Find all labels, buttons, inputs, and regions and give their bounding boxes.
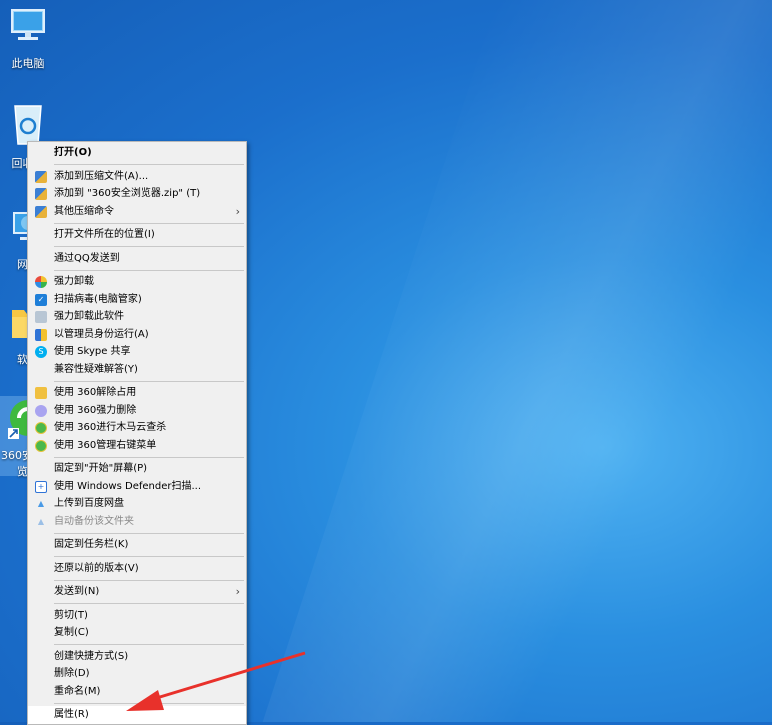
menu-separator (54, 456, 244, 458)
menu-item-cut[interactable]: 剪切(T) (28, 607, 246, 625)
menu-item-label: 还原以前的版本(V) (54, 562, 139, 574)
menu-item-label: 使用 Windows Defender扫描... (54, 480, 202, 492)
menu-separator (54, 222, 244, 224)
menu-item-open-location[interactable]: 打开文件所在的位置(I) (28, 226, 246, 244)
menu-item-label: 固定到"开始"屏幕(P) (54, 463, 148, 474)
360-security-icon (35, 439, 47, 452)
winrar-icon (35, 205, 47, 218)
menu-item-copy[interactable]: 复制(C) (28, 624, 246, 642)
menu-item-360-trojan[interactable]: 使用 360进行木马云查杀 (28, 419, 246, 437)
submenu-arrow-icon: › (235, 204, 240, 218)
menu-item-label: 创建快捷方式(S) (54, 650, 129, 662)
menu-item-label: 其他压缩命令 (54, 205, 114, 217)
menu-item-label: 上传到百度网盘 (54, 498, 124, 509)
menu-item-send-qq[interactable]: 通过QQ发送到 (28, 250, 246, 268)
menu-item-pin-taskbar[interactable]: 固定到任务栏(K) (28, 536, 246, 554)
menu-item-label: 添加到压缩文件(A)... (54, 170, 149, 182)
menu-item-label: 固定到任务栏(K) (54, 539, 129, 550)
menu-separator (54, 380, 244, 382)
cloud-icon: ▲ (37, 516, 45, 526)
menu-item-scan-virus[interactable]: ✓ 扫描病毒(电脑管家) (28, 291, 246, 309)
menu-item-restore-previous[interactable]: 还原以前的版本(V) (28, 560, 246, 578)
context-menu: 打开(O) 添加到压缩文件(A)... 添加到 "360安全浏览器.zip" (… (27, 141, 247, 725)
menu-item-label: 打开文件所在的位置(I) (54, 229, 155, 240)
shield-icon: ✓ (35, 293, 47, 306)
wallpaper-light-beam (262, 0, 772, 722)
menu-item-label: 剪切(T) (54, 609, 88, 621)
360-shredder-icon (35, 404, 47, 417)
menu-separator (54, 556, 244, 557)
menu-item-label: 删除(D) (54, 668, 90, 679)
menu-item-auto-backup: ▲ 自动备份该文件夹 (28, 513, 246, 531)
menu-item-uninstall-software[interactable]: 强力卸载此软件 (28, 308, 246, 326)
trash-icon (35, 311, 47, 323)
menu-item-pin-start[interactable]: 固定到"开始"屏幕(P) (28, 460, 246, 478)
desktop-icon-this-pc[interactable]: 此电脑 (0, 4, 56, 71)
360-unlock-icon (35, 387, 47, 399)
menu-item-other-compress[interactable]: 其他压缩命令 › (28, 203, 246, 221)
menu-item-label: 使用 360强力删除 (54, 404, 137, 416)
menu-separator (54, 644, 244, 645)
menu-item-label: 使用 360解除占用 (54, 387, 137, 398)
menu-item-label: 使用 360进行木马云查杀 (54, 422, 167, 433)
menu-item-label: 通过QQ发送到 (54, 252, 120, 264)
menu-item-label: 添加到 "360安全浏览器.zip" (T) (54, 188, 201, 199)
menu-separator (54, 603, 244, 604)
cloud-icon: ▲ (37, 499, 45, 509)
computer-icon (11, 9, 45, 40)
menu-item-label: 以管理员身份运行(A) (54, 328, 149, 340)
menu-item-label: 扫描病毒(电脑管家) (54, 293, 142, 305)
menu-separator (54, 246, 244, 247)
menu-item-label: 强力卸载此软件 (54, 311, 124, 322)
menu-item-add-zip[interactable]: 添加到 "360安全浏览器.zip" (T) (28, 185, 246, 203)
menu-item-force-uninstall[interactable]: 强力卸载 (28, 273, 246, 291)
menu-item-label: 使用 Skype 共享 (54, 346, 131, 357)
menu-item-label: 打开(O) (54, 147, 92, 158)
menu-separator (54, 579, 244, 581)
menu-item-label: 复制(C) (54, 627, 89, 638)
skype-icon: S (35, 346, 47, 358)
menu-item-skype-share[interactable]: S 使用 Skype 共享 (28, 343, 246, 361)
menu-separator (54, 532, 244, 534)
menu-item-label: 自动备份该文件夹 (54, 515, 134, 527)
menu-item-360-delete[interactable]: 使用 360强力删除 (28, 402, 246, 420)
submenu-arrow-icon: › (235, 585, 240, 598)
defender-icon: + (35, 480, 47, 493)
menu-separator (54, 269, 244, 271)
desktop-icon-label: 此电脑 (11, 57, 45, 70)
pinwheel-icon (35, 276, 47, 288)
winrar-icon (35, 188, 47, 200)
360-security-icon (35, 422, 47, 434)
menu-item-send-to[interactable]: 发送到(N) › (28, 583, 246, 601)
menu-item-label: 使用 360管理右键菜单 (54, 439, 157, 451)
menu-item-360-unlock[interactable]: 使用 360解除占用 (28, 384, 246, 402)
annotation-arrow-icon (126, 651, 306, 711)
menu-item-label: 属性(R) (54, 709, 89, 720)
menu-separator (54, 164, 244, 165)
menu-item-compat[interactable]: 兼容性疑难解答(Y) (28, 361, 246, 379)
menu-item-defender[interactable]: + 使用 Windows Defender扫描... (28, 478, 246, 496)
menu-item-360-rightmenu[interactable]: 使用 360管理右键菜单 (28, 437, 246, 455)
menu-item-label: 发送到(N) (54, 586, 100, 597)
menu-item-label: 重命名(M) (54, 685, 101, 697)
menu-item-open[interactable]: 打开(O) (28, 144, 246, 162)
menu-item-label: 兼容性疑难解答(Y) (54, 363, 138, 375)
menu-item-label: 强力卸载 (54, 276, 94, 287)
menu-item-add-archive[interactable]: 添加到压缩文件(A)... (28, 168, 246, 186)
menu-item-baidu-upload[interactable]: ▲ 上传到百度网盘 (28, 495, 246, 513)
menu-item-run-admin[interactable]: 以管理员身份运行(A) (28, 326, 246, 344)
uac-shield-icon (35, 328, 47, 341)
winrar-icon (35, 170, 47, 183)
